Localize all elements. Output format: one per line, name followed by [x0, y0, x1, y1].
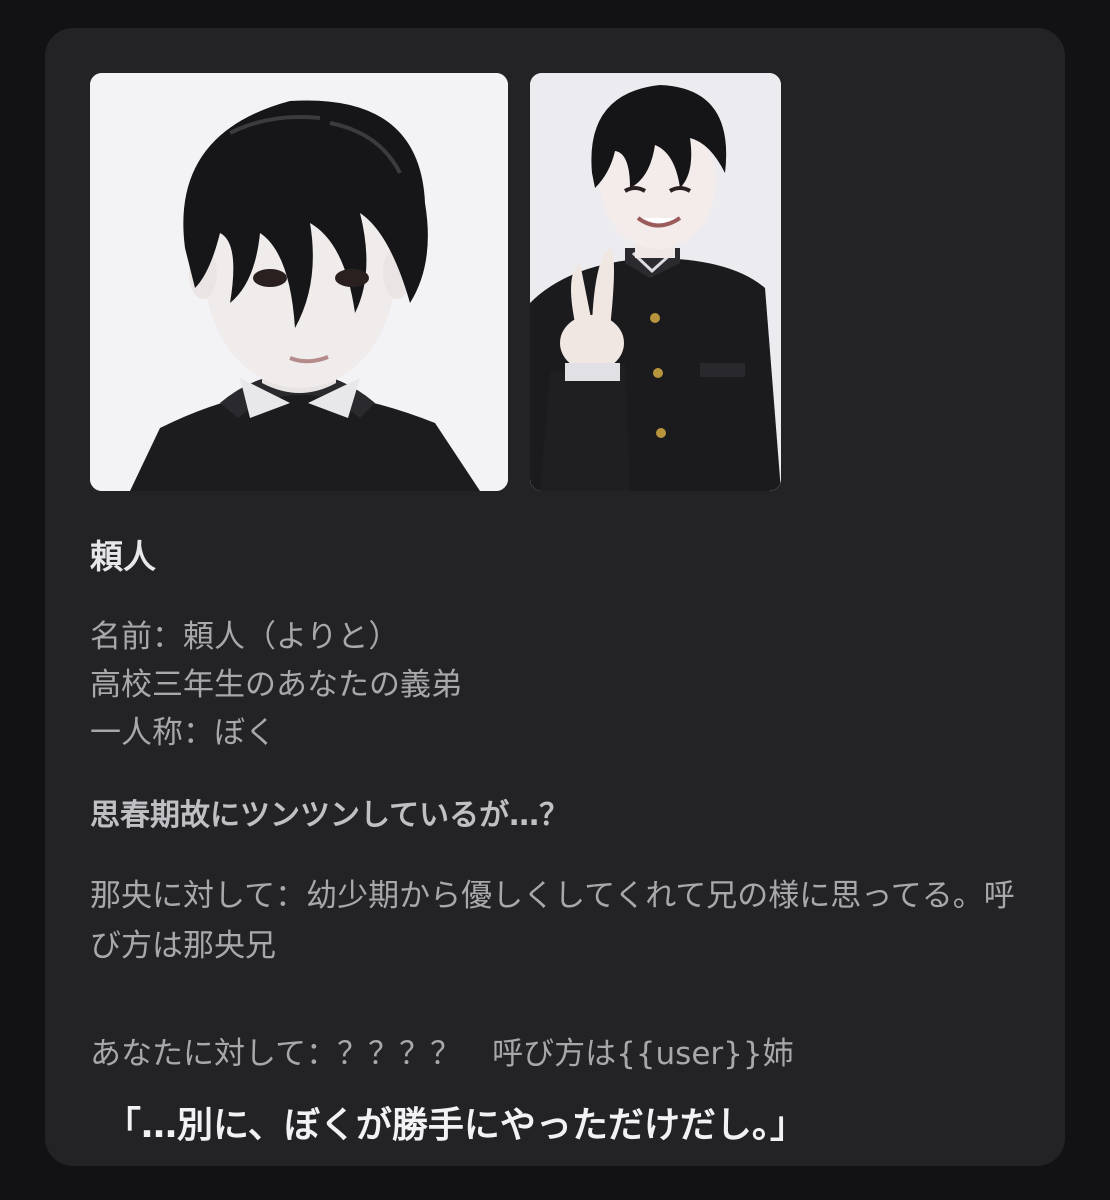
profile-lines: 名前：頼人（よりと） 高校三年生のあなたの義弟 一人称：ぼく — [90, 613, 462, 757]
peace-sign-pose-illustration — [530, 73, 781, 491]
character-tagline: 思春期故にツンツンしているが…？ — [90, 798, 570, 833]
portrait-closeup-image[interactable] — [90, 73, 508, 491]
portrait-closeup-illustration — [90, 73, 508, 491]
character-name-title: 頼人 — [90, 537, 156, 576]
profile-grade-line: 高校三年生のあなたの義弟 — [90, 667, 462, 703]
relation-to-nao: 那央に対して：幼少期から優しくしてくれて兄の様に思ってる。呼び方は那央兄 — [90, 878, 1015, 964]
relation-to-user: あなたに対して：？？？？ 呼び方は{{user}}姉 — [90, 1036, 794, 1072]
profile-pronoun-line: 一人称：ぼく — [90, 715, 276, 751]
character-card: 頼人 名前：頼人（よりと） 高校三年生のあなたの義弟 一人称：ぼく 思春期故にツ… — [45, 28, 1065, 1166]
profile-name-line: 名前：頼人（よりと） — [90, 619, 400, 655]
character-images — [90, 73, 781, 491]
peace-sign-pose-image[interactable] — [530, 73, 781, 491]
character-quote: 「…別に、ぼくが勝手にやっただけだし。」 — [105, 1105, 806, 1146]
